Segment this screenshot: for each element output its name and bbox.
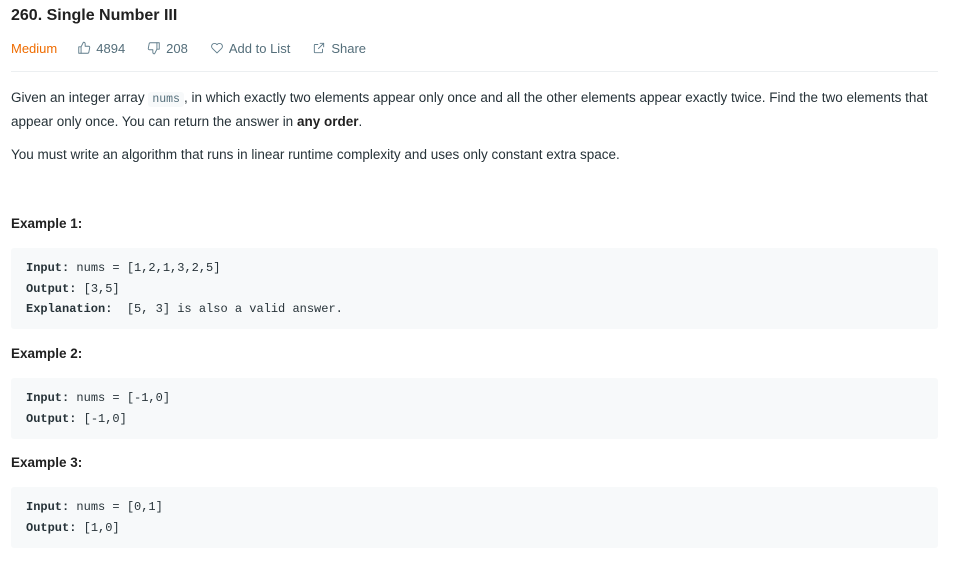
- like-count: 4894: [96, 40, 126, 56]
- example-input-line: Input: nums = [0,1]: [26, 500, 163, 514]
- example-3-heading: Example 3:: [11, 455, 83, 470]
- header-divider: [11, 71, 938, 72]
- problem-title: 260. Single Number III: [11, 7, 178, 24]
- share-icon: [314, 42, 325, 54]
- add-to-list-label: Add to List: [228, 40, 291, 56]
- example-1-code-block: Input: nums = [1,2,1,3,2,5] Output: [3,5]…: [11, 248, 938, 329]
- example-output-line: Output: [-1,0]: [26, 411, 127, 426]
- example-output-line: Output: [1,0]: [26, 520, 120, 535]
- share-button[interactable]: Share: [312, 41, 366, 56]
- description-paragraph-2: You must write an algorithm that runs in…: [11, 147, 620, 162]
- example-2-code-block: Input: nums = [-1,0] Output: [-1,0]: [11, 378, 938, 439]
- example-explanation-line: Explanation: [5, 3] is also a valid answ…: [26, 302, 343, 316]
- example-3-code-block: Input: nums = [0,1] Output: [1,0]: [11, 487, 938, 548]
- example-input-line: Input: nums = [-1,0]: [26, 391, 171, 405]
- dislike-count: 208: [166, 40, 188, 56]
- share-label: Share: [331, 40, 367, 56]
- description-paragraph-1: Given an integer array nums, in which ex…: [11, 90, 928, 129]
- problem-meta-bar: Medium 4894 208 Add to List Share: [11, 38, 388, 58]
- example-input-line: Input: nums = [1,2,1,3,2,5]: [26, 261, 221, 275]
- add-to-list-button[interactable]: Add to List: [210, 41, 290, 56]
- difficulty-badge: Medium: [11, 40, 58, 56]
- example-2-heading: Example 2:: [11, 346, 83, 361]
- inline-code-nums: nums: [148, 92, 184, 107]
- example-output-line: Output: [3,5]: [26, 281, 120, 296]
- like-button[interactable]: 4894: [77, 41, 125, 56]
- thumbs-up-icon: [78, 41, 91, 54]
- heart-icon: [211, 42, 223, 54]
- thumbs-down-icon: [147, 42, 160, 55]
- emphasis-any-order: any order: [296, 113, 359, 129]
- dislike-button[interactable]: 208: [147, 41, 188, 56]
- example-1-heading: Example 1:: [11, 216, 83, 231]
